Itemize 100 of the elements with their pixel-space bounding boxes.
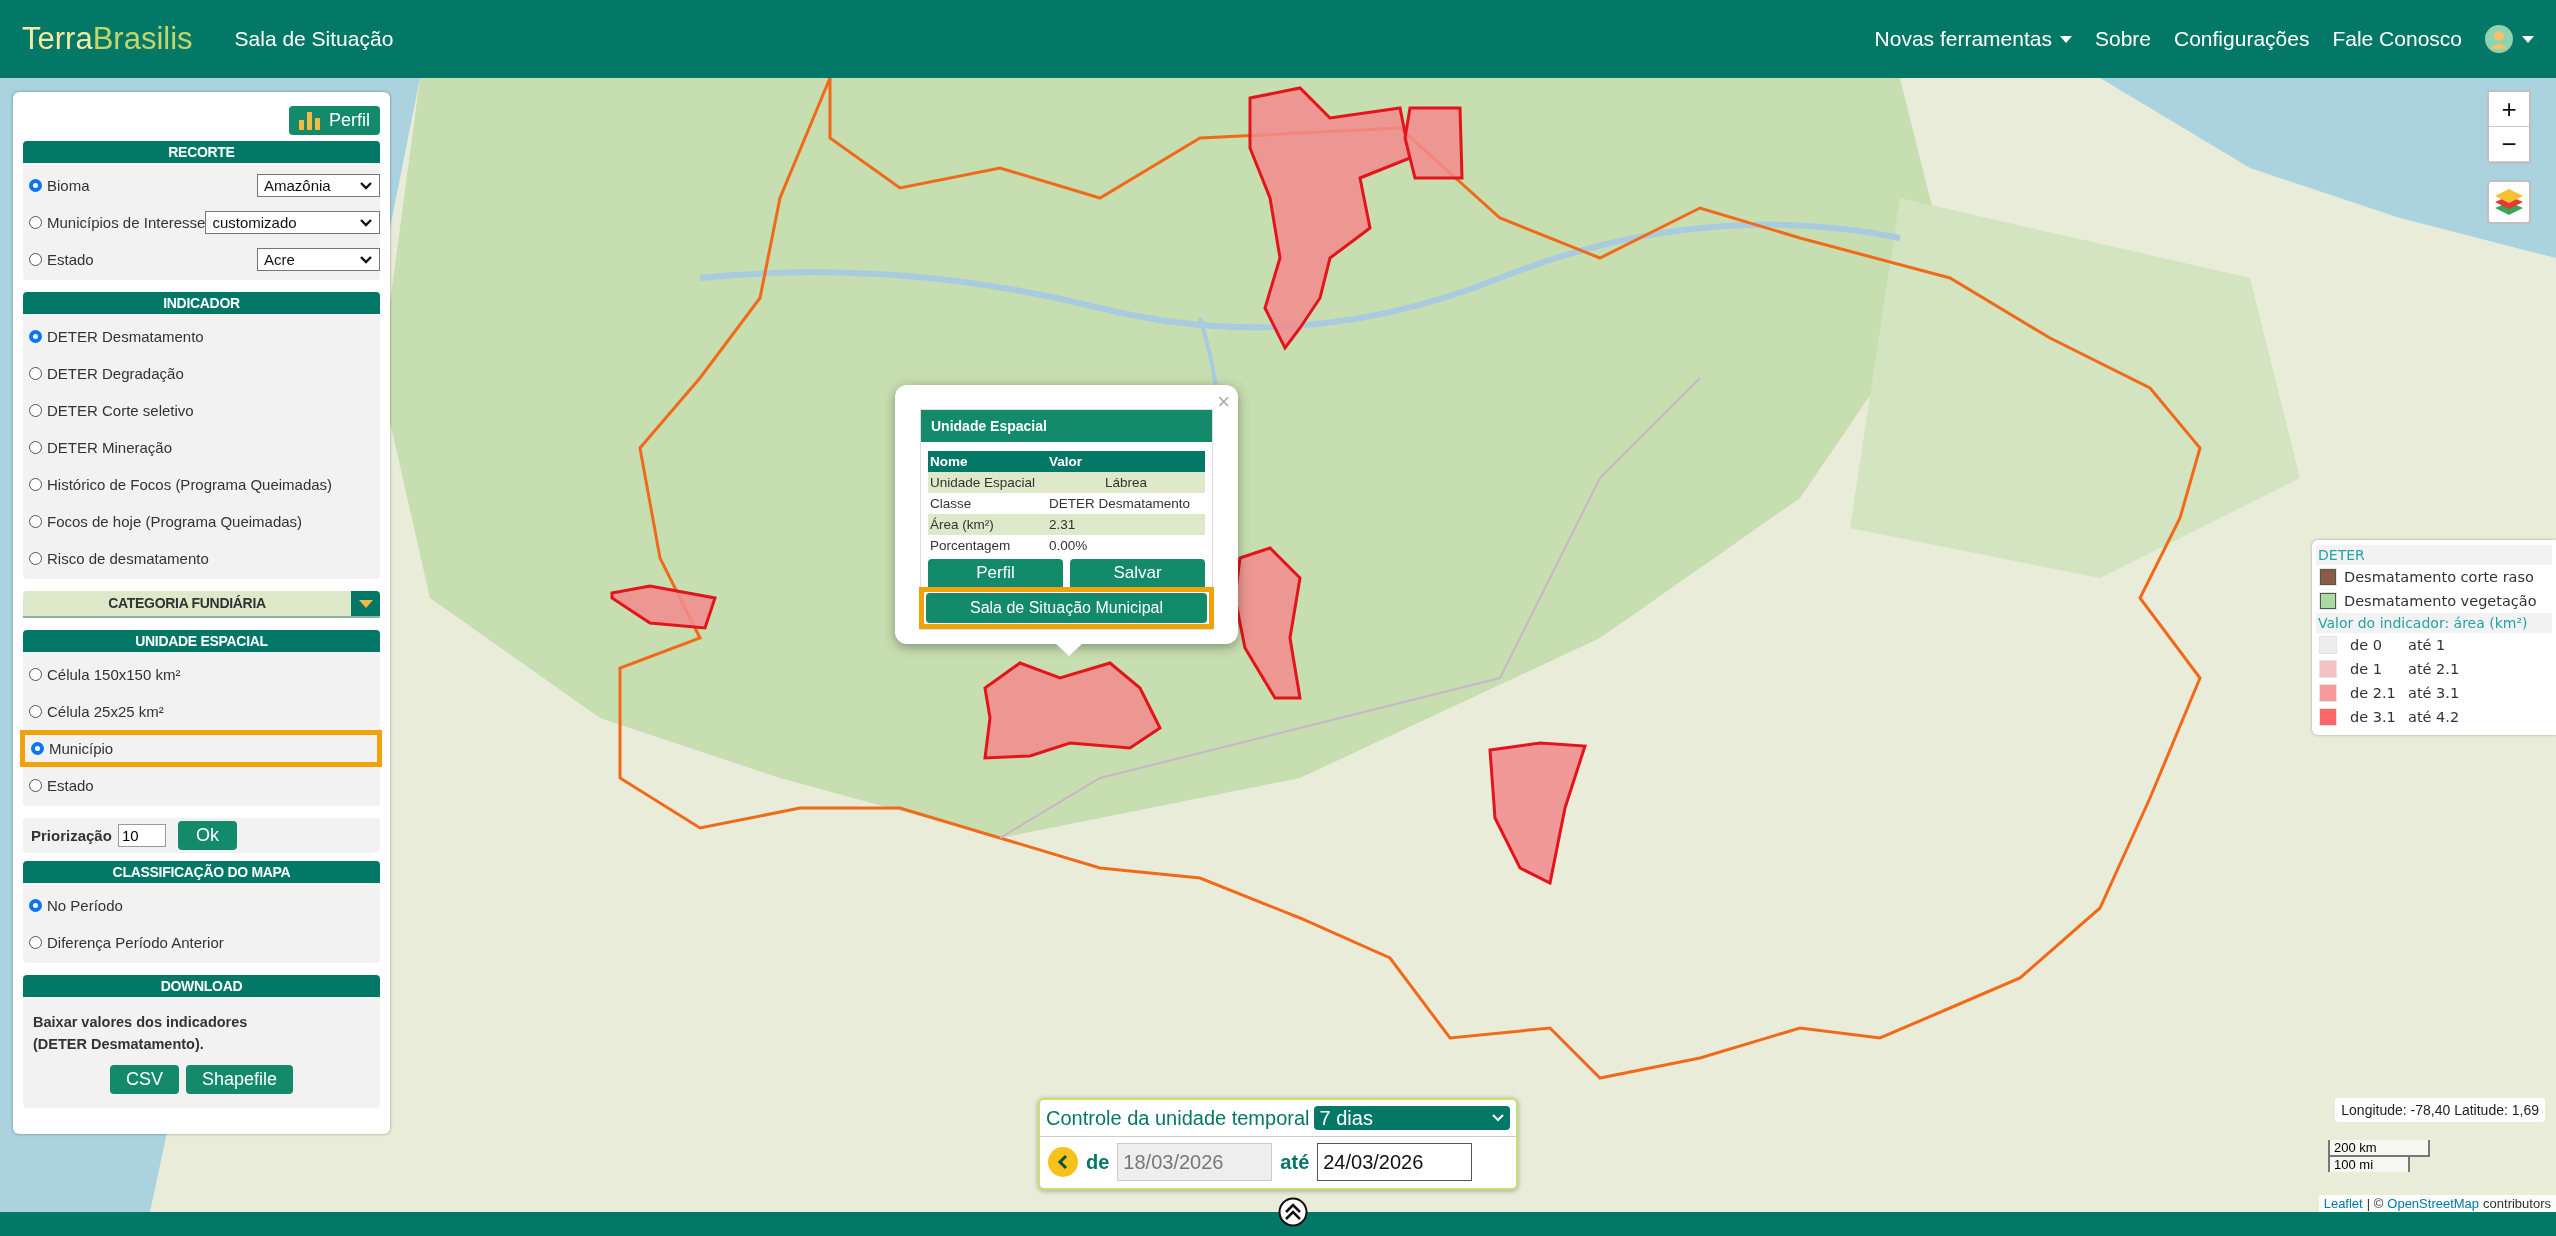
radio-option[interactable]: Célula 150x150 km² — [29, 666, 181, 683]
legend-label: até 4.2 — [2408, 709, 2460, 725]
municipality-shape[interactable] — [1488, 741, 1587, 886]
table-cell: Área (km²) — [928, 514, 1047, 535]
nav-link[interactable]: Sobre — [2094, 27, 2151, 51]
radio-button[interactable] — [29, 705, 42, 718]
previous-period-button[interactable] — [1048, 1147, 1078, 1177]
dropdown-select[interactable]: Amazônia — [257, 174, 380, 197]
radio-option[interactable]: Célula 25x25 km² — [29, 703, 164, 720]
radio-option[interactable]: Diferença Período Anterior — [29, 934, 224, 951]
nav-link[interactable]: Configurações — [2174, 27, 2310, 51]
chevron-down-icon — [1492, 1114, 1504, 1122]
radio-button[interactable] — [31, 742, 44, 755]
chevron-down-icon — [359, 254, 373, 265]
radio-button[interactable] — [29, 515, 42, 528]
radio-option[interactable]: DETER Mineração — [29, 439, 173, 456]
radio-option[interactable]: Estado — [29, 777, 94, 794]
legend-subtitle: Valor do indicador: área (km²) — [2316, 613, 2552, 633]
radio-option[interactable]: DETER Corte seletivo — [29, 402, 194, 419]
legend-label: Desmatamento vegetação — [2344, 593, 2537, 609]
expand-button[interactable] — [1278, 1197, 1308, 1227]
download-button[interactable]: CSV — [109, 1065, 179, 1094]
radio-option[interactable]: DETER Degradação — [29, 365, 184, 382]
table-cell: Porcentagem — [928, 535, 1047, 556]
municipality-shape[interactable] — [1403, 106, 1464, 180]
nav-link[interactable]: Novas ferramentas — [1874, 27, 2072, 51]
radio-button[interactable] — [29, 216, 42, 229]
table-cell: Classe — [928, 493, 1047, 514]
profile-button[interactable]: Perfil — [289, 106, 380, 135]
dropdown-select[interactable]: customizado — [205, 211, 380, 234]
attribution-link[interactable]: Leaflet — [2323, 1196, 2363, 1211]
download-button[interactable]: Shapefile — [185, 1065, 294, 1094]
municipality-shape[interactable] — [1248, 86, 1412, 351]
from-label: de — [1086, 1150, 1110, 1174]
section-header: DOWNLOAD — [23, 975, 380, 997]
priority-input[interactable]: 10 — [117, 824, 166, 847]
municipality-shape[interactable] — [983, 661, 1162, 760]
radio-button[interactable] — [29, 779, 42, 792]
caret-down-icon — [358, 599, 373, 608]
radio-option[interactable]: Município — [31, 740, 114, 757]
radio-option[interactable]: Risco de desmatamento — [29, 550, 209, 567]
page-title: Sala de Situação — [234, 27, 394, 51]
attribution-text: | © — [2366, 1196, 2384, 1211]
radio-button[interactable] — [29, 404, 42, 417]
radio-button[interactable] — [29, 936, 42, 949]
time-control-title: Controle da unidade temporal — [1046, 1106, 1310, 1130]
period-select[interactable]: 7 dias — [1313, 1106, 1510, 1130]
zoom-in-button[interactable]: + — [2489, 92, 2529, 127]
radio-option[interactable]: No Período — [29, 897, 123, 914]
attribution-text: contributors — [2483, 1196, 2551, 1211]
end-date-field[interactable]: 24/03/2026 — [1317, 1143, 1473, 1181]
legend-title: DETER — [2316, 545, 2552, 565]
legend-label: de 3.1 — [2350, 709, 2397, 725]
popup-button[interactable]: Salvar — [1070, 559, 1205, 587]
section-header: CLASSIFICAÇÃO DO MAPA — [23, 861, 380, 883]
radio-option[interactable]: Bioma — [29, 177, 90, 194]
scale-bar: 200 km — [2328, 1140, 2430, 1157]
column-header: Nome — [928, 451, 1047, 472]
table-cell: 2.31 — [1046, 514, 1205, 535]
layers-button[interactable] — [2487, 180, 2531, 224]
radio-button[interactable] — [29, 478, 42, 491]
ok-button[interactable]: Ok — [177, 821, 237, 850]
user-menu-button[interactable] — [2484, 24, 2534, 54]
radio-button[interactable] — [29, 441, 42, 454]
radio-button[interactable] — [29, 330, 42, 343]
scale-bar: 100 mi — [2328, 1155, 2410, 1172]
legend-label: Desmatamento corte raso — [2344, 569, 2534, 585]
legend-label: de 0 — [2350, 637, 2383, 653]
radio-button[interactable] — [29, 179, 42, 192]
legend-label: até 2.1 — [2408, 661, 2460, 677]
double-chevron-up-icon — [1278, 1197, 1308, 1227]
radio-button[interactable] — [29, 552, 42, 565]
radio-button[interactable] — [29, 253, 42, 266]
user-avatar-icon — [2484, 24, 2514, 54]
table-cell: 0.00% — [1046, 535, 1205, 556]
column-header: Valor — [1046, 451, 1205, 472]
radio-option[interactable]: Municípios de Interesse — [29, 214, 206, 231]
municipality-shape[interactable] — [610, 584, 717, 630]
radio-button[interactable] — [29, 899, 42, 912]
popup-button[interactable]: Perfil — [928, 559, 1063, 587]
brand-logo[interactable]: TerraBrasilis — [22, 21, 193, 57]
nav-link[interactable]: Fale Conosco — [2332, 27, 2462, 51]
radio-option[interactable]: Histórico de Focos (Programa Queimadas) — [29, 476, 333, 493]
legend-label: de 1 — [2350, 661, 2383, 677]
layers-icon — [2494, 188, 2524, 216]
chevron-left-icon — [1056, 1154, 1070, 1170]
dropdown-select[interactable]: Acre — [257, 248, 380, 271]
collapsible-header[interactable]: CATEGORIA FUNDIÁRIA — [23, 591, 380, 618]
download-description: Baixar valores dos indicadores (DETER Desmatamento). — [33, 1013, 249, 1054]
radio-option[interactable]: Focos de hoje (Programa Queimadas) — [29, 513, 303, 530]
radio-button[interactable] — [29, 668, 42, 681]
table-cell: Lábrea — [1046, 472, 1205, 493]
radio-option[interactable]: DETER Desmatamento — [29, 328, 204, 345]
municipal-room-button[interactable]: Sala de Situação Municipal — [926, 593, 1207, 623]
attribution-link[interactable]: OpenStreetMap — [2387, 1196, 2480, 1211]
to-label: até — [1280, 1150, 1310, 1174]
radio-button[interactable] — [29, 367, 42, 380]
section-header: RECORTE — [23, 141, 380, 163]
radio-option[interactable]: Estado — [29, 251, 94, 268]
table-cell: DETER Desmatamento — [1046, 493, 1205, 514]
